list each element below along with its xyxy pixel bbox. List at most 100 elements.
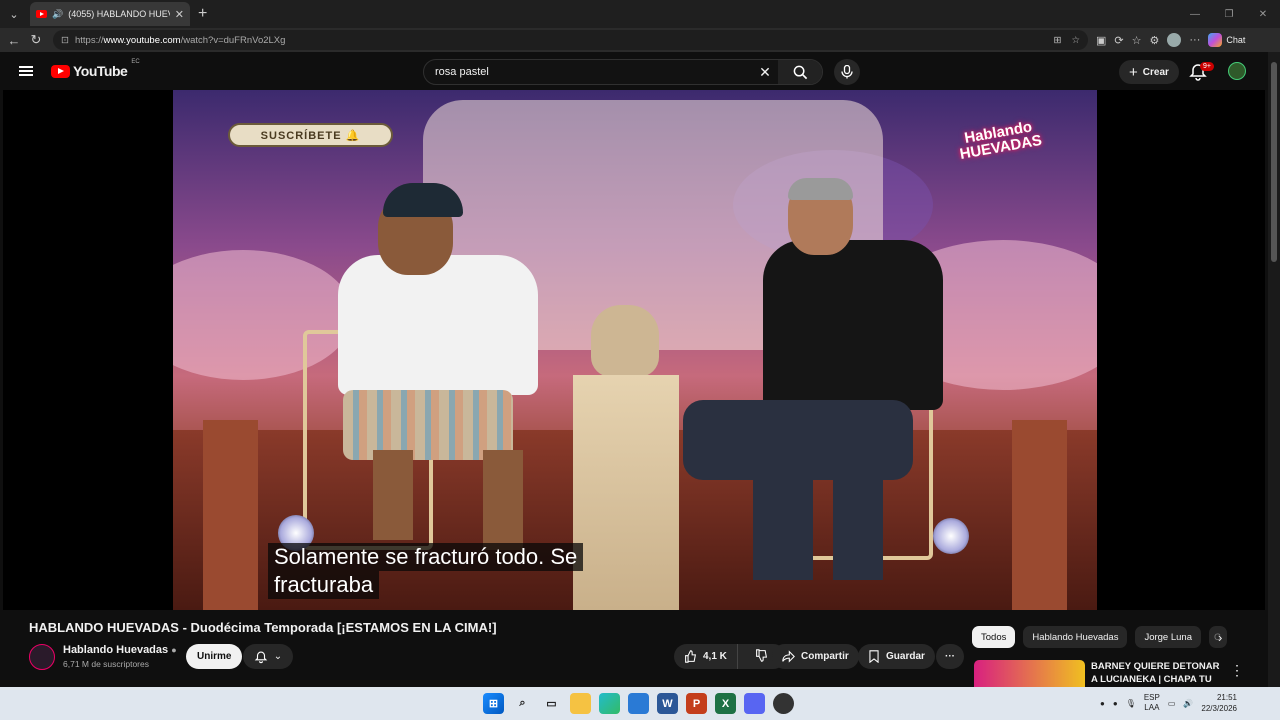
chip-todos[interactable]: Todos [972,626,1016,648]
search-icon [793,65,807,79]
clock[interactable]: 21:51 22/3/2026 [1201,692,1237,714]
youtube-logo[interactable]: YouTube EC [51,59,140,79]
task-view-icon[interactable]: ▭ [541,693,562,714]
edge-icon[interactable] [599,693,620,714]
wifi-icon[interactable]: ▭ [1168,699,1176,708]
join-button[interactable]: Unirme [186,644,243,669]
clear-search-icon[interactable]: ✕ [752,64,778,81]
caption-line-2: fracturaba [268,571,380,599]
create-button[interactable]: + Crear [1119,60,1179,84]
plus-icon: + [1129,63,1138,81]
color-app-icon[interactable]: ● [1100,699,1105,708]
left-pillar [203,420,258,610]
store-icon[interactable] [628,693,649,714]
favorite-star-icon[interactable]: ☆ [1071,35,1080,46]
channel-avatar[interactable] [29,644,55,670]
collections-icon[interactable]: ⚙ [1150,34,1160,47]
chip-jorge-luna[interactable]: Jorge Luna [1135,626,1201,648]
tab-title: (4055) HABLANDO HUEVADAS [68,9,170,19]
chevron-right-icon[interactable]: › [1218,630,1222,645]
related-chips: Todos Hablando Huevadas Jorge Luna C [972,626,1227,648]
voice-search-button[interactable] [834,59,860,85]
video-player[interactable]: SUSCRÍBETE 🔔 Hablando HUEVADAS Solamente … [3,90,1265,610]
file-explorer-icon[interactable] [570,693,591,714]
youtube-favicon-icon [36,10,47,18]
subscription-bell-button[interactable]: ⌄ [243,644,293,669]
favorites-icon[interactable]: ☆ [1132,34,1142,47]
new-tab-icon[interactable]: + [198,5,207,23]
share-icon [782,650,795,663]
video-frame[interactable]: SUSCRÍBETE 🔔 Hablando HUEVADAS [173,90,1097,610]
video-info: HABLANDO HUEVADAS - Duodécima Temporada … [0,610,1268,698]
recommendation-menu-icon[interactable]: ⋮ [1230,662,1244,679]
browser-tab-active[interactable]: 🔊 (4055) HABLANDO HUEVADAS ✕ [30,2,190,26]
copilot-chat-button[interactable]: Chat [1208,33,1245,47]
mic-tray-icon[interactable]: 🎙 [1126,699,1136,708]
like-dislike-group: 4,1 K [674,644,786,669]
extension-icon[interactable]: ▣ [1096,34,1106,47]
clay-urn [591,305,659,377]
app-available-icon[interactable]: ⊞ [1054,35,1062,46]
address-bar-row: ← ↻ ⊡ https://www.youtube.com/watch?v=du… [0,28,1280,52]
language-indicator[interactable]: ESP LAA [1144,693,1160,713]
mic-icon [841,65,853,79]
volume-icon[interactable]: 🔊 [1183,699,1193,708]
notification-badge: 9+ [1200,62,1214,71]
refresh-extension-icon[interactable]: ⟳ [1114,34,1123,47]
windows-icon[interactable]: ⊞ [483,693,504,714]
minimize-icon[interactable]: — [1178,0,1212,28]
menu-icon[interactable] [19,66,33,76]
close-tab-icon[interactable]: ✕ [175,8,184,21]
user-avatar[interactable] [1228,62,1246,80]
more-actions-button[interactable]: ··· [936,644,964,669]
back-icon[interactable]: ← [3,33,25,48]
save-label: Guardar [886,651,925,662]
youtube-play-icon [51,64,70,78]
network-app-icon[interactable]: ● [1113,699,1118,708]
channel-name[interactable]: Hablando Huevadas ● [63,644,177,656]
system-tray: ● ● 🎙 ESP LAA ▭ 🔊 21:51 22/3/2026 [1100,692,1237,714]
chevron-down-icon: ⌄ [273,651,283,662]
taskbar-apps: ⊞ ⌕ ▭ W P X [483,693,794,714]
speaker-icon[interactable]: 🔊 [52,9,63,20]
channel-logo-overlay: Hablando HUEVADAS [958,118,1044,163]
close-window-icon[interactable]: ✕ [1246,0,1280,28]
reload-icon[interactable]: ↻ [25,32,47,48]
app-icon[interactable] [773,693,794,714]
youtube-wordmark: YouTube [73,63,128,79]
save-button[interactable]: Guardar [858,644,935,669]
taskbar-search-icon[interactable]: ⌕ [512,693,533,714]
browser-tab-bar: ⌄ 🔊 (4055) HABLANDO HUEVADAS ✕ + — ❐ ✕ [0,0,1280,28]
search-box[interactable]: rosa pastel ✕ [423,59,823,85]
create-label: Crear [1142,66,1169,78]
dislike-icon [756,648,767,662]
browser-menu-icon[interactable]: ··· [1189,34,1200,46]
like-icon [685,650,697,663]
share-button[interactable]: Compartir [772,644,859,669]
video-caption: Solamente se fracturó todo. Se fracturab… [268,543,584,599]
restore-icon[interactable]: ❐ [1212,0,1246,28]
url-text: https://www.youtube.com/watch?v=duFRnVo2… [74,34,286,46]
right-pillar [1012,420,1067,610]
subscribe-overlay: SUSCRÍBETE 🔔 [228,123,393,147]
profile-avatar[interactable] [1167,33,1182,47]
caption-line-1: Solamente se fracturó todo. Se [268,543,584,571]
windows-taskbar: ⊞ ⌕ ▭ W P X ● ● 🎙 ESP LAA ▭ 🔊 21:51 22/3/2… [0,687,1280,720]
url-field[interactable]: ⊡ https://www.youtube.com/watch?v=duFRnV… [53,30,1088,50]
excel-icon[interactable]: X [715,693,736,714]
scrollbar-thumb[interactable] [1271,62,1277,262]
stage-light-right [933,518,969,554]
word-icon[interactable]: W [657,693,678,714]
discord-icon[interactable] [744,693,765,714]
region-code: EC [131,59,140,65]
recommendation-thumbnail[interactable] [974,660,1085,687]
like-button[interactable]: 4,1 K [674,644,738,669]
page-scrollbar[interactable] [1268,52,1280,687]
chip-hablando-huevadas[interactable]: Hablando Huevadas [1023,626,1128,648]
site-info-icon[interactable]: ⊡ [61,35,69,46]
powerpoint-icon[interactable]: P [686,693,707,714]
search-button[interactable] [778,60,822,84]
tab-list-chevron-icon[interactable]: ⌄ [2,2,26,26]
like-count: 4,1 K [703,651,727,662]
search-input[interactable]: rosa pastel [424,66,752,78]
